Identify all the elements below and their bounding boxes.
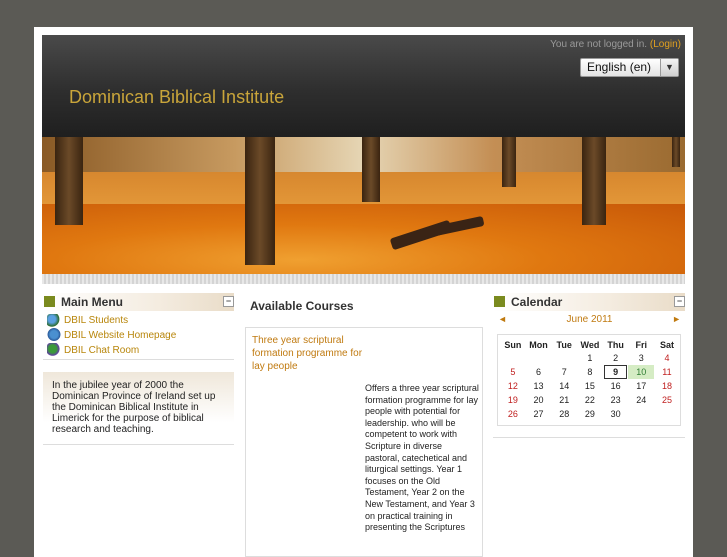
- calendar-day[interactable]: 23: [603, 393, 629, 407]
- course-summary: Offers a three year scriptural formation…: [365, 383, 479, 533]
- calendar-week-row: 26 27 28 29 30: [500, 407, 680, 421]
- calendar-day[interactable]: 27: [526, 407, 552, 421]
- calendar-day[interactable]: 22: [577, 393, 603, 407]
- divider: [43, 359, 234, 360]
- calendar-day[interactable]: 1: [577, 351, 603, 365]
- calendar-day[interactable]: 14: [551, 379, 577, 393]
- calendar-day[interactable]: 26: [500, 407, 526, 421]
- chat-icon: [47, 343, 61, 356]
- calendar-day[interactable]: 9: [603, 365, 629, 379]
- menu-item-dbil-website-homepage[interactable]: DBIL Website Homepage: [64, 330, 176, 341]
- calendar-month-label[interactable]: June 2011: [498, 314, 681, 325]
- calendar-day[interactable]: 8: [577, 365, 603, 379]
- weekday-header: Mon: [529, 339, 548, 350]
- course-box: Three year scriptural formation programm…: [245, 327, 483, 557]
- weekday-header: Sat: [659, 339, 674, 350]
- header-banner-image: [42, 137, 685, 274]
- calendar-day[interactable]: 5: [500, 365, 526, 379]
- banner-tree: [55, 137, 83, 225]
- banner-tree: [672, 137, 680, 167]
- info-block: In the jubilee year of 2000 the Dominica…: [43, 372, 234, 445]
- course-link[interactable]: Three year scriptural formation programm…: [252, 334, 370, 373]
- weekday-header: Thu: [607, 339, 624, 350]
- calendar-day[interactable]: 2: [603, 351, 629, 365]
- calendar-day[interactable]: 28: [551, 407, 577, 421]
- calendar-body: 1 2 3 4 5 6 7 8 9 10 11 12 13 14 15 16 17 18 19 20 21 22 23 24 2…: [500, 351, 680, 421]
- calendar-table: Sun Mon Tue Wed Thu Fri Sat 1 2 3 4 5 6 7 8 9 10 1…: [500, 338, 680, 421]
- calendar-day[interactable]: 11: [654, 365, 680, 379]
- calendar-day[interactable]: 16: [603, 379, 629, 393]
- banner-tree: [582, 137, 606, 225]
- calendar-month-nav: June 2011 ◄ ►: [498, 314, 681, 326]
- calendar-empty-cell: [500, 351, 526, 365]
- banner-tree: [245, 137, 275, 265]
- calendar-day[interactable]: 19: [500, 393, 526, 407]
- calendar-week-row: 19 20 21 22 23 24 25: [500, 393, 680, 407]
- weekday-header: Tue: [556, 339, 572, 350]
- calendar-day[interactable]: 18: [654, 379, 680, 393]
- calendar-day[interactable]: 12: [500, 379, 526, 393]
- divider: [493, 437, 685, 438]
- calendar-day[interactable]: 15: [577, 379, 603, 393]
- chevron-down-icon[interactable]: ▼: [660, 59, 678, 76]
- calendar-header: Calendar −: [493, 293, 685, 311]
- calendar-day[interactable]: 21: [551, 393, 577, 407]
- block-icon: [44, 296, 55, 307]
- main-menu-title: Main Menu: [61, 295, 123, 309]
- calendar-grid-box: Sun Mon Tue Wed Thu Fri Sat 1 2 3 4 5 6 7 8 9 10 1…: [497, 334, 681, 426]
- students-icon: [47, 314, 61, 327]
- calendar-today[interactable]: 9: [604, 365, 628, 379]
- main-menu-header: Main Menu −: [43, 293, 234, 311]
- prev-month-icon[interactable]: ◄: [498, 314, 507, 324]
- calendar-empty-cell: [654, 407, 680, 421]
- login-status-text: You are not logged in.: [550, 39, 648, 50]
- collapse-icon[interactable]: −: [223, 296, 234, 307]
- calendar-day[interactable]: 20: [526, 393, 552, 407]
- menu-item-dbil-chat-room[interactable]: DBIL Chat Room: [64, 345, 139, 356]
- next-month-icon[interactable]: ►: [672, 314, 681, 324]
- calendar-empty-cell: [526, 351, 552, 365]
- calendar-day[interactable]: 6: [526, 365, 552, 379]
- calendar-empty-cell: [628, 407, 654, 421]
- language-value: English (en): [587, 60, 652, 74]
- calendar-day[interactable]: 29: [577, 407, 603, 421]
- site-header: You are not logged in. (Login) English (…: [42, 35, 685, 137]
- header-divider: [42, 274, 685, 284]
- calendar-day[interactable]: 10: [628, 365, 655, 379]
- collapse-icon[interactable]: −: [674, 296, 685, 307]
- available-courses-title: Available Courses: [250, 299, 354, 313]
- calendar-day[interactable]: 13: [526, 379, 552, 393]
- calendar-week-row: 1234: [500, 351, 680, 365]
- calendar-day[interactable]: 3: [628, 351, 654, 365]
- calendar-week-row: 5 6 7 8 9 10 11: [500, 365, 680, 379]
- login-link[interactable]: (Login): [650, 39, 681, 50]
- calendar-week-row: 12 13 14 15 16 17 18: [500, 379, 680, 393]
- block-icon: [494, 296, 505, 307]
- weekday-header: Wed: [580, 339, 600, 350]
- site-title: Dominican Biblical Institute: [69, 87, 285, 107]
- weekday-header: Fri: [635, 339, 648, 350]
- calendar-day[interactable]: 24: [628, 393, 654, 407]
- banner-tree: [502, 137, 516, 187]
- menu-item-dbil-students[interactable]: DBIL Students: [64, 315, 128, 326]
- calendar-title: Calendar: [511, 295, 563, 309]
- banner-tree: [362, 137, 380, 202]
- calendar-day[interactable]: 17: [628, 379, 654, 393]
- calendar-day[interactable]: 4: [654, 351, 680, 365]
- web-link-icon: [47, 328, 61, 341]
- calendar-day[interactable]: 7: [551, 365, 577, 379]
- calendar-day[interactable]: 25: [654, 393, 680, 407]
- info-text: In the jubilee year of 2000 the Dominica…: [52, 380, 216, 435]
- language-select[interactable]: English (en) ▼: [580, 58, 679, 77]
- calendar-empty-cell: [551, 351, 577, 365]
- login-info: You are not logged in. (Login): [550, 39, 681, 50]
- weekday-header: Sun: [504, 339, 522, 350]
- calendar-day[interactable]: 30: [603, 407, 629, 421]
